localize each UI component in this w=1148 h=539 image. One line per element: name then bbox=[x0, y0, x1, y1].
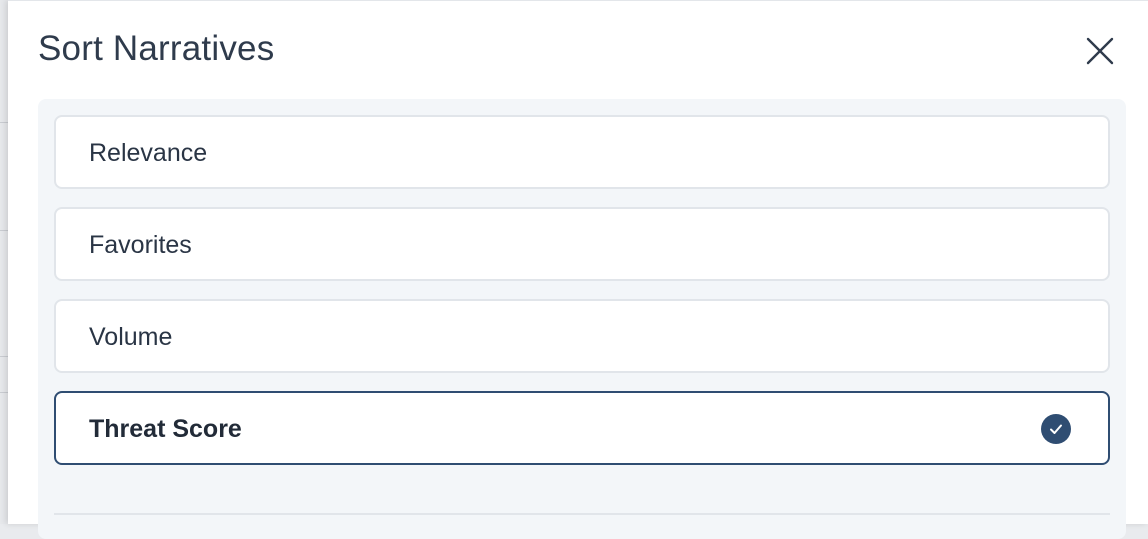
dialog-title: Sort Narratives bbox=[38, 29, 275, 68]
sort-option-favorites[interactable]: Favorites bbox=[54, 207, 1110, 281]
background-divider bbox=[0, 392, 8, 393]
panel-divider bbox=[54, 513, 1110, 515]
sort-option-label: Favorites bbox=[89, 231, 192, 259]
sort-option-label: Threat Score bbox=[89, 415, 242, 443]
close-icon bbox=[1086, 37, 1114, 65]
sort-options-panel: Relevance Favorites Volume Threat Score bbox=[38, 99, 1126, 539]
close-button[interactable] bbox=[1084, 35, 1116, 67]
sort-option-volume[interactable]: Volume bbox=[54, 299, 1110, 373]
sort-dialog: Sort Narratives Relevance Favorites Volu… bbox=[8, 0, 1148, 539]
background-divider bbox=[0, 122, 8, 123]
check-circle-icon bbox=[1041, 414, 1071, 444]
background-divider bbox=[0, 230, 8, 231]
background-sidebar bbox=[0, 0, 8, 524]
sort-option-label: Volume bbox=[89, 323, 173, 351]
sort-option-relevance[interactable]: Relevance bbox=[54, 115, 1110, 189]
background-divider bbox=[0, 356, 8, 357]
sort-option-label: Relevance bbox=[89, 139, 208, 167]
sort-option-threat-score[interactable]: Threat Score bbox=[54, 391, 1110, 465]
